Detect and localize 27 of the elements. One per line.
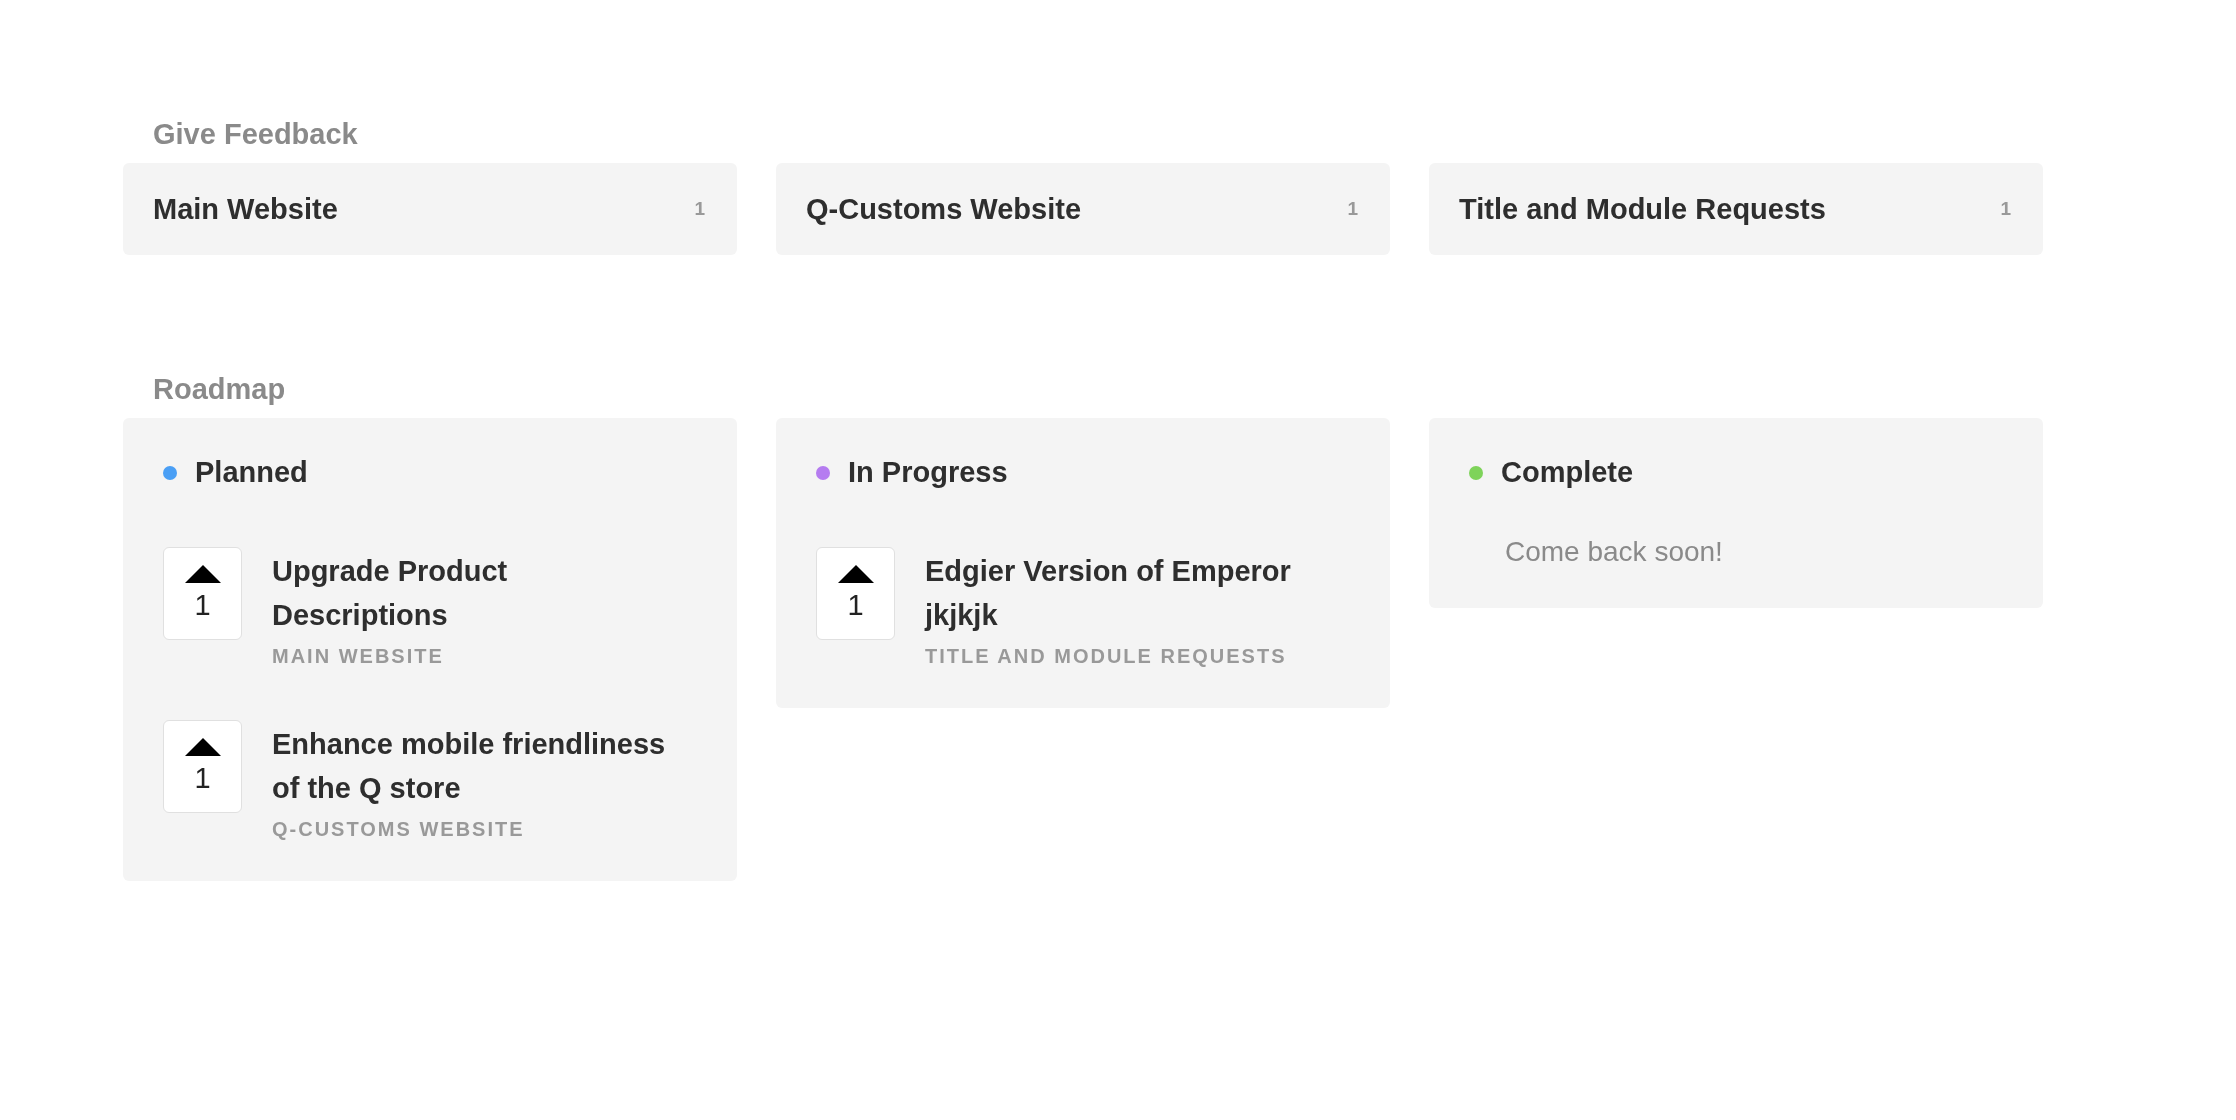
empty-message: Come back soon! — [1505, 536, 1723, 568]
board-label: MAIN WEBSITE — [272, 645, 445, 668]
triangle-up-icon — [837, 565, 874, 583]
board-name: Main Website — [153, 192, 338, 226]
board-label: TITLE AND MODULE REQUESTS — [925, 645, 1288, 668]
column-title: Complete — [1501, 456, 1634, 489]
triangle-up-icon — [184, 565, 221, 583]
board-card[interactable]: Main Website 1 — [123, 163, 737, 255]
column-title: In Progress — [848, 456, 1008, 489]
upvote-button[interactable]: 1 — [163, 720, 242, 813]
board-card[interactable]: Q-Customs Website 1 — [776, 163, 1390, 255]
board-label: Q-CUSTOMS WEBSITE — [272, 818, 526, 841]
section-heading: Roadmap — [153, 373, 286, 406]
triangle-up-icon — [184, 738, 221, 756]
section-heading: Give Feedback — [153, 118, 358, 151]
board-name: Title and Module Requests — [1459, 192, 1826, 226]
post-title[interactable]: Edgier Version of Emperor jkjkjk — [925, 549, 1335, 637]
board-name: Q-Customs Website — [806, 192, 1081, 226]
column-title: Planned — [195, 456, 308, 489]
upvote-button[interactable]: 1 — [163, 547, 242, 640]
post-title[interactable]: Upgrade Product Descriptions — [272, 549, 682, 637]
post-count: 1 — [2000, 198, 2011, 220]
post-title[interactable]: Enhance mobile friendliness of the Q store — [272, 722, 682, 810]
upvote-button[interactable]: 1 — [816, 547, 895, 640]
post-count: 1 — [694, 198, 705, 220]
board-card[interactable]: Title and Module Requests 1 — [1429, 163, 2043, 255]
post-count: 1 — [1347, 198, 1358, 220]
